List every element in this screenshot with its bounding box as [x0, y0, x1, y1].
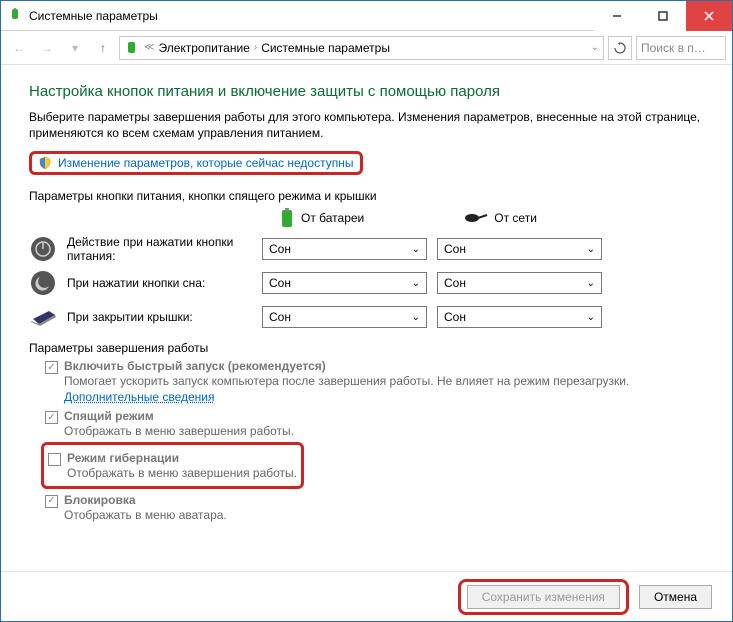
- content-area: Настройка кнопок питания и включение защ…: [1, 65, 732, 571]
- lid-close-label: При закрытии крышки:: [67, 310, 262, 324]
- nav-up-button[interactable]: ↑: [91, 36, 115, 60]
- plug-icon: [464, 211, 488, 225]
- chevron-down-icon: ⌄: [587, 312, 595, 323]
- lid-close-battery-select[interactable]: Сон⌄: [262, 306, 427, 328]
- sleepmode-description: Отображать в меню завершения работы.: [64, 424, 704, 440]
- battery-column-header: От батареи: [279, 207, 364, 229]
- highlight-admin-link: Изменение параметров, которые сейчас нед…: [29, 151, 363, 175]
- nav-back-button[interactable]: ←: [7, 36, 31, 60]
- hibernate-checkbox[interactable]: [48, 453, 61, 466]
- lock-description: Отображать в меню аватара.: [64, 508, 704, 524]
- lock-checkbox[interactable]: [45, 495, 58, 508]
- sleep-button-icon: [29, 269, 57, 297]
- fastboot-checkbox[interactable]: [45, 361, 58, 374]
- save-button[interactable]: Сохранить изменения: [467, 585, 620, 609]
- lock-label: Блокировка: [64, 493, 136, 507]
- sleep-button-label: При нажатии кнопки сна:: [67, 276, 262, 290]
- breadcrumb[interactable]: ≪ Электропитание › Системные параметры ⌄: [119, 36, 604, 60]
- battery-icon: [279, 207, 295, 229]
- search-input[interactable]: Поиск в п…: [636, 36, 726, 60]
- lid-close-row: При закрытии крышки: Сон⌄ Сон⌄: [29, 303, 704, 331]
- power-button-ac-select[interactable]: Сон⌄: [437, 238, 602, 260]
- nav-recent-button[interactable]: ▾: [63, 36, 87, 60]
- hibernate-row: Режим гибернации: [48, 451, 297, 466]
- cancel-button[interactable]: Отмена: [639, 585, 712, 609]
- hibernate-label: Режим гибернации: [67, 451, 179, 465]
- navbar: ← → ▾ ↑ ≪ Электропитание › Системные пар…: [1, 31, 732, 65]
- ac-column-header: От сети: [464, 211, 537, 225]
- fastboot-more-link[interactable]: Дополнительные сведения: [64, 390, 214, 404]
- refresh-button[interactable]: [608, 36, 632, 60]
- highlight-hibernate: Режим гибернации Отображать в меню завер…: [41, 442, 304, 489]
- nav-forward-button[interactable]: →: [35, 36, 59, 60]
- power-button-row: Действие при нажатии кнопки питания: Сон…: [29, 235, 704, 263]
- chevron-down-icon: ⌄: [412, 244, 420, 255]
- sleepmode-row: Спящий режим: [45, 409, 704, 424]
- app-icon: [7, 8, 23, 24]
- chevron-down-icon: ⌄: [587, 244, 595, 255]
- breadcrumb-page[interactable]: Системные параметры: [261, 41, 390, 55]
- section-buttons-label: Параметры кнопки питания, кнопки спящего…: [29, 189, 704, 203]
- titlebar: Системные параметры: [1, 1, 732, 31]
- chevron-right-icon: ›: [254, 42, 257, 53]
- power-plan-icon: [124, 40, 140, 56]
- hibernate-description: Отображать в меню завершения работы.: [67, 466, 297, 482]
- sleep-button-ac-select[interactable]: Сон⌄: [437, 272, 602, 294]
- window-title: Системные параметры: [29, 9, 594, 23]
- section-shutdown-label: Параметры завершения работы: [29, 341, 704, 355]
- lock-row: Блокировка: [45, 493, 704, 508]
- page-heading: Настройка кнопок питания и включение защ…: [29, 83, 704, 100]
- admin-link[interactable]: Изменение параметров, которые сейчас нед…: [58, 156, 354, 170]
- page-description: Выберите параметры завершения работы для…: [29, 110, 704, 141]
- chevron-down-icon: ⌄: [412, 312, 420, 323]
- fastboot-description: Помогает ускорить запуск компьютера посл…: [64, 374, 704, 405]
- power-button-label: Действие при нажатии кнопки питания:: [67, 235, 262, 263]
- chevron-right-icon: ≪: [144, 42, 154, 53]
- laptop-icon: [29, 303, 57, 331]
- breadcrumb-category[interactable]: Электропитание: [158, 41, 249, 55]
- lid-close-ac-select[interactable]: Сон⌄: [437, 306, 602, 328]
- sleepmode-checkbox[interactable]: [45, 411, 58, 424]
- power-button-icon: [29, 235, 57, 263]
- sleepmode-label: Спящий режим: [64, 409, 154, 423]
- chevron-down-icon: ⌄: [587, 278, 595, 289]
- fastboot-row: Включить быстрый запуск (рекомендуется): [45, 359, 704, 374]
- shield-icon: [38, 156, 52, 170]
- sleep-button-battery-select[interactable]: Сон⌄: [262, 272, 427, 294]
- column-headers: От батареи От сети: [279, 207, 704, 229]
- fastboot-label: Включить быстрый запуск (рекомендуется): [64, 359, 326, 373]
- chevron-down-icon: ⌄: [412, 278, 420, 289]
- footer: Сохранить изменения Отмена: [1, 571, 732, 621]
- maximize-button[interactable]: [640, 1, 686, 31]
- sleep-button-row: При нажатии кнопки сна: Сон⌄ Сон⌄: [29, 269, 704, 297]
- minimize-button[interactable]: [594, 1, 640, 31]
- chevron-down-icon[interactable]: ⌄: [591, 42, 599, 53]
- close-button[interactable]: [686, 1, 732, 31]
- power-button-battery-select[interactable]: Сон⌄: [262, 238, 427, 260]
- highlight-save-button: Сохранить изменения: [458, 579, 629, 615]
